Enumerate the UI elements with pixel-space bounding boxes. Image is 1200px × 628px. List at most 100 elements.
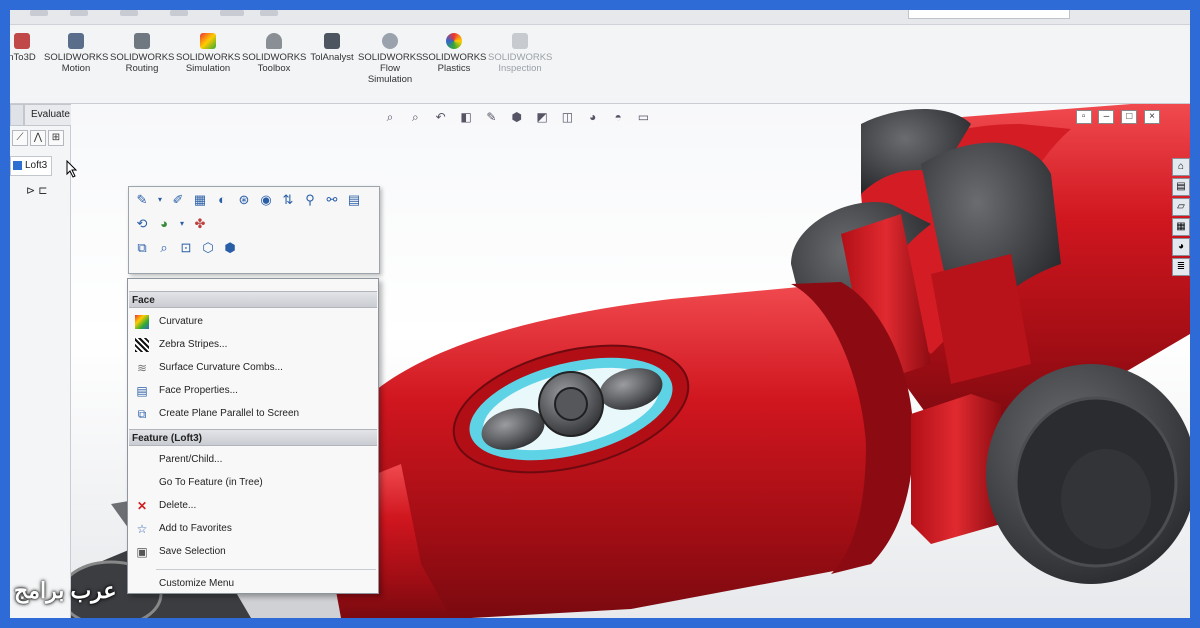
- tab-evaluate[interactable]: Evaluate: [24, 104, 77, 126]
- sketch-icon[interactable]: ✎: [133, 191, 151, 209]
- panel-tool-icon[interactable]: ⋀: [30, 130, 46, 146]
- menu-item-add-to-favorites[interactable]: ☆ Add to Favorites: [129, 518, 377, 540]
- menu-item-curvature[interactable]: Curvature: [129, 311, 377, 333]
- quick-access-icon[interactable]: [220, 10, 244, 16]
- menu-item-label: Add to Favorites: [159, 523, 232, 534]
- panel-tool-icon[interactable]: ⊞: [48, 130, 64, 146]
- quick-access-icon[interactable]: [170, 10, 188, 16]
- solidworks-window: nTo3D SOLIDWORKS Motion SOLIDWORKS Routi…: [10, 10, 1190, 618]
- menu-item-go-to-feature[interactable]: Go To Feature (in Tree): [129, 472, 377, 494]
- rollback-icon[interactable]: ▦: [191, 191, 209, 209]
- appearance-icon[interactable]: ◐: [213, 191, 231, 209]
- tolanalyst-icon: [324, 33, 340, 49]
- suppress-icon[interactable]: ⇅: [279, 191, 297, 209]
- apply-scene-icon[interactable]: ◓: [609, 110, 627, 124]
- mbd-icon: [14, 33, 30, 49]
- dynamic-annotation-icon[interactable]: ✎: [482, 110, 500, 124]
- file-explorer-icon[interactable]: ▱: [1172, 198, 1190, 216]
- zoom-to-selection-icon[interactable]: ⌕: [155, 239, 173, 257]
- plastics-icon: [446, 33, 462, 49]
- menu-item-delete[interactable]: ✕ Delete...: [129, 495, 377, 517]
- tab-previous[interactable]: [10, 104, 24, 126]
- chevron-down-icon[interactable]: ▾: [151, 191, 169, 209]
- mouse-cursor-icon: [66, 160, 78, 178]
- color-icon[interactable]: ◕: [155, 215, 173, 233]
- feature-icon: [13, 161, 22, 170]
- graphics-area[interactable]: ⌕ ⌕ ↶ ◧ ✎ ⬢ ◩ ◫ ◕ ◓ ▭ ▫ – □ × ⌂ ▤ ▱ ▦ ◕ …: [71, 104, 1190, 618]
- ribbon-item-inspection[interactable]: SOLIDWORKS Inspection: [488, 33, 552, 74]
- link-icon[interactable]: ⚯: [323, 191, 341, 209]
- zoom-box-icon[interactable]: ⊡: [177, 239, 195, 257]
- menu-item-label: Curvature: [159, 316, 203, 327]
- view-palette-icon[interactable]: ▦: [1172, 218, 1190, 236]
- maximize-icon[interactable]: □: [1121, 110, 1138, 124]
- display-style-icon[interactable]: ◩: [533, 110, 551, 124]
- properties-icon[interactable]: ▤: [345, 191, 363, 209]
- context-menu: Face Curvature Zebra Stripes... ≋ Surfac…: [127, 278, 379, 594]
- ribbon-label: SOLIDWORKS Routing: [110, 52, 175, 74]
- viewport-window-controls: ▫ – □ ×: [1072, 110, 1160, 124]
- previous-view-icon[interactable]: ↶: [432, 110, 450, 124]
- isometric-icon[interactable]: ⬡: [199, 239, 217, 257]
- routing-icon: [134, 33, 150, 49]
- ribbon-item-routing[interactable]: SOLIDWORKS Routing: [110, 33, 174, 74]
- simulation-icon: [200, 33, 216, 49]
- hide-show-items-icon[interactable]: ◫: [558, 110, 576, 124]
- forearm-shell[interactable]: [367, 284, 911, 618]
- edit-appearance-icon[interactable]: ◕: [584, 110, 602, 124]
- minimize-icon[interactable]: –: [1098, 110, 1115, 124]
- ribbon-item-motion[interactable]: SOLIDWORKS Motion: [44, 33, 108, 74]
- cube-icon[interactable]: ⬢: [221, 239, 239, 257]
- menu-item-face-properties[interactable]: ▤ Face Properties...: [129, 380, 377, 402]
- design-library-icon[interactable]: ▤: [1172, 178, 1190, 196]
- view-settings-icon[interactable]: ▭: [634, 110, 652, 124]
- chevron-down-icon[interactable]: ▾: [173, 215, 191, 233]
- edit-feature-icon[interactable]: ✐: [169, 191, 187, 209]
- custom-properties-icon[interactable]: ≣: [1172, 258, 1190, 276]
- quick-access-icon[interactable]: [260, 10, 278, 16]
- panel-tool-icon[interactable]: ⟋: [12, 130, 28, 146]
- menu-item-curvature-combs[interactable]: ≋ Surface Curvature Combs...: [129, 357, 377, 379]
- zoom-area-icon[interactable]: ⌕: [406, 110, 424, 125]
- quick-access-icon[interactable]: [70, 10, 88, 16]
- ribbon-item-toolbox[interactable]: SOLIDWORKS Toolbox: [242, 33, 306, 74]
- menu-item-label: Customize Menu: [159, 578, 235, 589]
- ribbon-item-flow-simulation[interactable]: SOLIDWORKS Flow Simulation: [358, 33, 422, 85]
- close-icon[interactable]: ×: [1144, 110, 1160, 124]
- ribbon-item-plastics[interactable]: SOLIDWORKS Plastics: [422, 33, 486, 74]
- delete-icon: ✕: [136, 499, 148, 513]
- normal-to-icon[interactable]: ⟲: [133, 215, 151, 233]
- command-manager: nTo3D SOLIDWORKS Motion SOLIDWORKS Routi…: [10, 25, 1190, 104]
- appearance-palette-icon[interactable]: ✤: [191, 215, 209, 233]
- loft-feature-tab[interactable]: Loft3: [10, 156, 53, 176]
- view-icon[interactable]: ⧉: [133, 239, 151, 257]
- quick-access-icon[interactable]: [120, 10, 138, 16]
- menu-item-customize[interactable]: Customize Menu: [129, 575, 377, 593]
- ribbon-item-tolanalyst[interactable]: TolAnalyst: [300, 33, 364, 63]
- view-orientation-icon[interactable]: ⬢: [508, 110, 526, 124]
- zoom-to-fit-icon[interactable]: ⌕: [381, 110, 399, 125]
- show-icon[interactable]: ◉: [257, 191, 275, 209]
- home-icon[interactable]: ⌂: [1172, 158, 1190, 176]
- section-view-icon[interactable]: ◧: [457, 110, 475, 124]
- hide-icon[interactable]: ⊛: [235, 191, 253, 209]
- paperclip-icon[interactable]: ⚲: [301, 191, 319, 209]
- menu-item-save-selection[interactable]: ▣ Save Selection: [129, 541, 377, 563]
- quick-access-icon[interactable]: [30, 10, 48, 16]
- restore-icon[interactable]: ▫: [1075, 110, 1092, 124]
- curvature-combs-icon: ≋: [136, 361, 148, 375]
- curvature-icon: [135, 315, 149, 329]
- ribbon-label: TolAnalyst: [310, 52, 354, 63]
- watermark-text: عرب برامج: [14, 578, 117, 603]
- ribbon-label: SOLIDWORKS Flow Simulation: [358, 52, 423, 85]
- tree-item[interactable]: ⊳ ⊏: [26, 184, 48, 197]
- appearances-icon[interactable]: ◕: [1172, 238, 1190, 256]
- ribbon-item-simulation[interactable]: SOLIDWORKS Simulation: [176, 33, 240, 74]
- menu-separator: [156, 569, 376, 570]
- menu-item-parent-child[interactable]: Parent/Child...: [129, 449, 377, 471]
- menu-item-create-plane[interactable]: ⧉ Create Plane Parallel to Screen: [129, 403, 377, 425]
- search-input[interactable]: [908, 10, 1070, 19]
- title-bar-strip: [10, 10, 1190, 25]
- menu-item-zebra-stripes[interactable]: Zebra Stripes...: [129, 334, 377, 356]
- ribbon-label: SOLIDWORKS Toolbox: [242, 52, 307, 74]
